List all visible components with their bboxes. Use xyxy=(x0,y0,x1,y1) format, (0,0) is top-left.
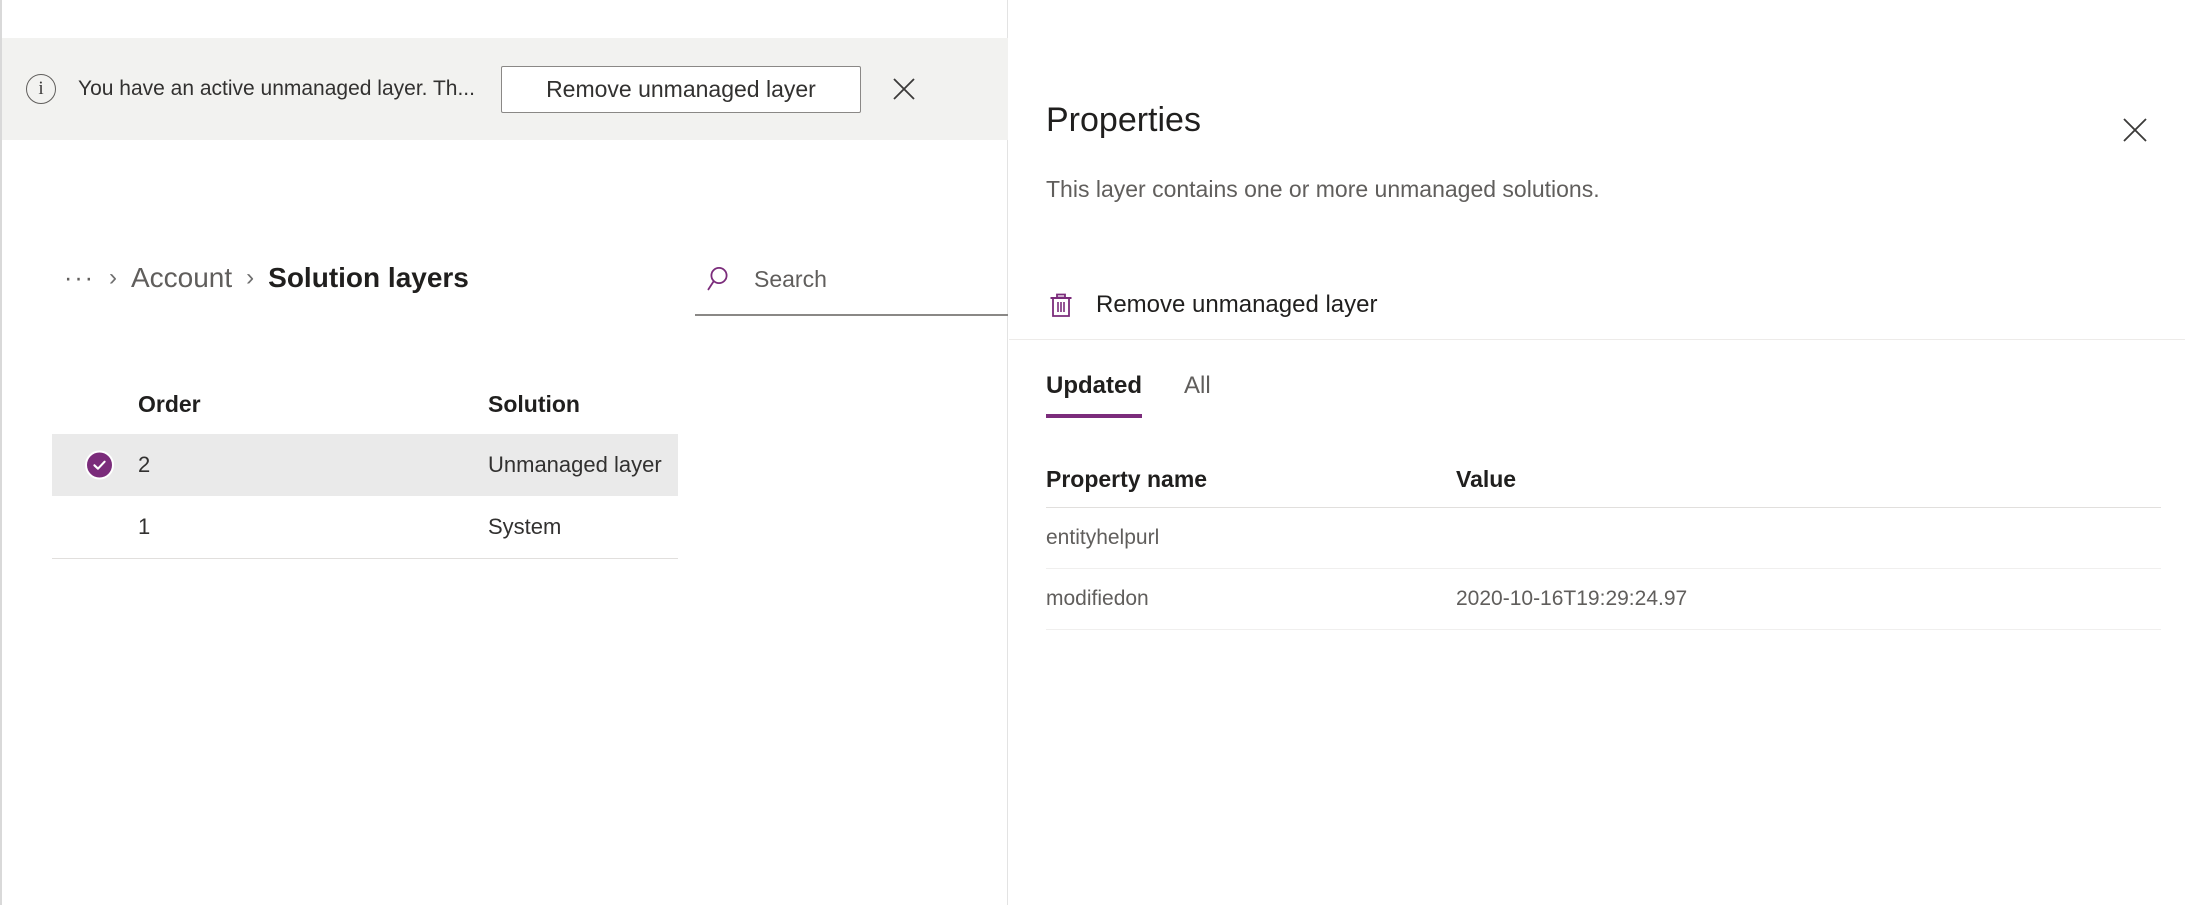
info-circle-icon: i xyxy=(26,74,56,104)
chevron-right-icon: › xyxy=(246,264,255,291)
notification-message: You have an active unmanaged layer. Th..… xyxy=(78,77,475,100)
left-content-pane: i You have an active unmanaged layer. Th… xyxy=(0,0,1050,905)
table-row[interactable]: 1 System xyxy=(52,496,678,558)
page-title: Solution layers xyxy=(268,262,469,293)
cell-order: 1 xyxy=(138,514,151,539)
close-icon[interactable] xyxy=(2113,108,2157,152)
table-row: entityhelpurl xyxy=(1046,508,2161,569)
properties-command-bar: Remove unmanaged layer xyxy=(1009,270,2185,340)
properties-title: Properties xyxy=(1046,101,1201,139)
solution-layers-table: Order Solution 2 Unmanaged layer 1 Syste… xyxy=(52,374,678,559)
tab-updated[interactable]: Updated xyxy=(1046,372,1142,418)
table-header-row: Property name Value xyxy=(1046,452,2161,508)
close-icon[interactable] xyxy=(883,68,925,110)
column-header-property-name: Property name xyxy=(1046,466,1208,492)
cell-property-name: modifiedon xyxy=(1046,587,1149,610)
remove-unmanaged-layer-command[interactable]: Remove unmanaged layer xyxy=(1046,290,1378,320)
column-header-value: Value xyxy=(1456,466,1517,492)
column-header-order: Order xyxy=(138,390,201,417)
trash-icon xyxy=(1046,290,1076,320)
search-icon xyxy=(703,262,737,296)
cell-value: 2020-10-16T19:29:24.97 xyxy=(1456,587,1688,610)
tab-all[interactable]: All xyxy=(1184,372,1211,418)
breadcrumb-item-account[interactable]: Account xyxy=(131,262,232,294)
properties-tabs: Updated All xyxy=(1046,372,1253,418)
column-header-solution: Solution xyxy=(488,390,580,417)
search-input[interactable] xyxy=(754,265,1050,293)
properties-panel: Properties This layer contains one or mo… xyxy=(1009,0,2185,905)
table-row: modifiedon 2020-10-16T19:29:24.97 xyxy=(1046,569,2161,630)
table-row[interactable]: 2 Unmanaged layer xyxy=(52,434,678,496)
solution-layers-page: i You have an active unmanaged layer. Th… xyxy=(0,0,2185,905)
properties-subtitle: This layer contains one or more unmanage… xyxy=(1046,176,1600,202)
row-selected-check-icon xyxy=(85,450,114,480)
search-box[interactable] xyxy=(695,244,1050,316)
command-row: ··· › Account › Solution layers xyxy=(2,244,1050,334)
breadcrumb: ··· › Account › Solution layers xyxy=(64,262,469,294)
properties-table: Property name Value entityhelpurl modifi… xyxy=(1046,452,2161,630)
table-bottom-divider xyxy=(52,558,678,559)
notification-bar: i You have an active unmanaged layer. Th… xyxy=(2,38,1008,140)
cell-solution: System xyxy=(488,514,562,539)
table-header-row: Order Solution xyxy=(52,374,678,434)
chevron-right-icon: › xyxy=(108,264,117,291)
breadcrumb-overflow-button[interactable]: ··· xyxy=(64,264,95,293)
cell-order: 2 xyxy=(138,452,151,477)
properties-panel-header: Properties This layer contains one or mo… xyxy=(1009,0,2185,201)
cell-solution: Unmanaged layer xyxy=(488,452,662,477)
command-label: Remove unmanaged layer xyxy=(1096,290,1378,318)
remove-unmanaged-layer-button[interactable]: Remove unmanaged layer xyxy=(500,65,861,113)
cell-property-name: entityhelpurl xyxy=(1046,526,1160,549)
